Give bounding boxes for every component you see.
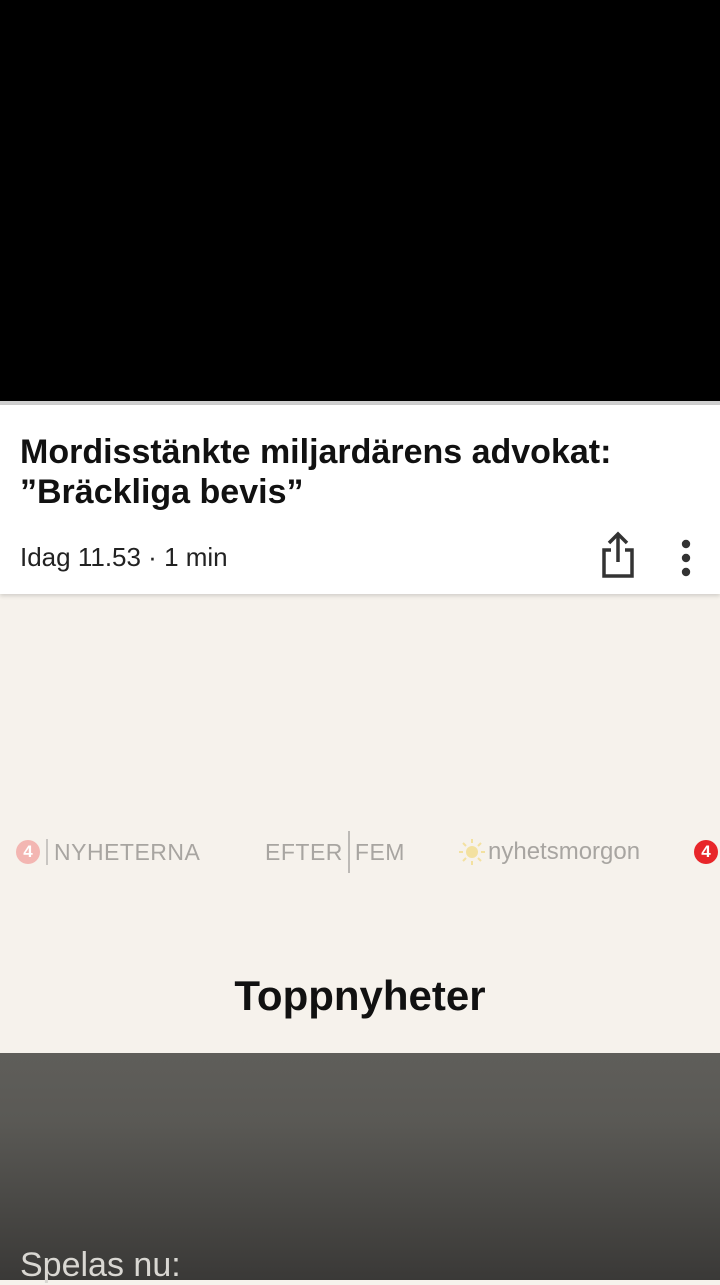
article-meta: Idag 11.53 · 1 min bbox=[20, 542, 228, 572]
more-vertical-icon bbox=[681, 539, 691, 577]
more-options-button[interactable] bbox=[670, 535, 702, 581]
brand-nyhetsmorgon[interactable]: nyhetsmorgon bbox=[458, 822, 640, 882]
now-playing-panel[interactable]: Spelas nu: bbox=[0, 1053, 720, 1284]
brand-efterfem[interactable]: EFTER FEM bbox=[265, 822, 405, 882]
tv4-logo-icon: 4 bbox=[694, 840, 718, 864]
brand-carousel[interactable]: 4 NYHETERNA EFTER FEM nyhetsmorgon 4 bbox=[0, 822, 720, 882]
brand-efterfem-right: FEM bbox=[354, 838, 405, 865]
video-player[interactable] bbox=[0, 0, 720, 401]
now-playing-label: Spelas nu: bbox=[20, 1246, 181, 1284]
brand-nyhetsmorgon-label: nyhetsmorgon bbox=[488, 838, 641, 865]
brand-tv4[interactable]: 4 bbox=[694, 822, 718, 882]
brand-divider bbox=[347, 831, 350, 873]
share-icon bbox=[602, 531, 634, 578]
brand-nyheterna-label: NYHETERNA bbox=[54, 838, 201, 865]
section-title: Toppnyheter bbox=[234, 972, 486, 1019]
tv4-logo-icon: 4 bbox=[16, 840, 40, 864]
article-title: Mordisstänkte miljardärens advokat: ”Brä… bbox=[20, 433, 612, 511]
brand-divider bbox=[46, 839, 48, 865]
share-button[interactable] bbox=[598, 530, 638, 582]
sun-icon bbox=[459, 839, 485, 865]
article-card: Mordisstänkte miljardärens advokat: ”Brä… bbox=[0, 405, 720, 594]
brand-efterfem-left: EFTER bbox=[265, 838, 343, 865]
brand-nyheterna[interactable]: 4 NYHETERNA bbox=[16, 822, 200, 882]
